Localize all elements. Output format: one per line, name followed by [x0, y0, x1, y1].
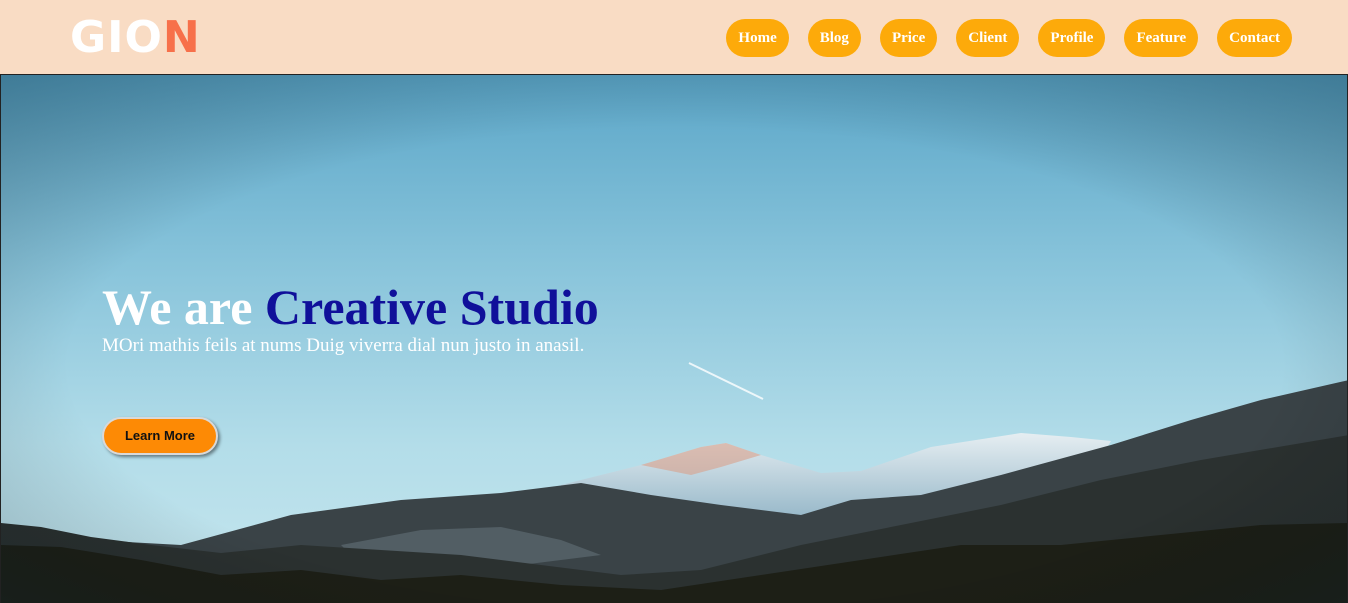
- logo-text-accent: N: [162, 12, 201, 63]
- nav-item-home[interactable]: Home: [726, 19, 789, 57]
- nav-item-blog[interactable]: Blog: [807, 19, 861, 57]
- nav-item-price[interactable]: Price: [879, 19, 938, 57]
- hero-title: We are Creative Studio: [102, 279, 599, 335]
- logo-text-main: GIO: [70, 12, 163, 63]
- nav-item-client[interactable]: Client: [956, 19, 1020, 57]
- nav-item-profile[interactable]: Profile: [1038, 19, 1106, 57]
- navbar: GION Home Blog Price Client Profile Feat…: [0, 0, 1348, 74]
- nav-item-feature[interactable]: Feature: [1124, 19, 1199, 57]
- logo[interactable]: GION: [70, 14, 201, 62]
- nav-menu: Home Blog Price Client Profile Feature C…: [726, 19, 1292, 57]
- learn-more-button[interactable]: Learn More: [102, 417, 218, 455]
- hero-title-part1: We are: [102, 279, 265, 335]
- hero-subtitle: MOri mathis feils at nums Duig viverra d…: [102, 335, 585, 356]
- nav-item-contact[interactable]: Contact: [1217, 19, 1292, 57]
- hero-section: We are Creative Studio MOri mathis feils…: [0, 74, 1348, 603]
- hero-title-part2: Creative Studio: [264, 279, 599, 335]
